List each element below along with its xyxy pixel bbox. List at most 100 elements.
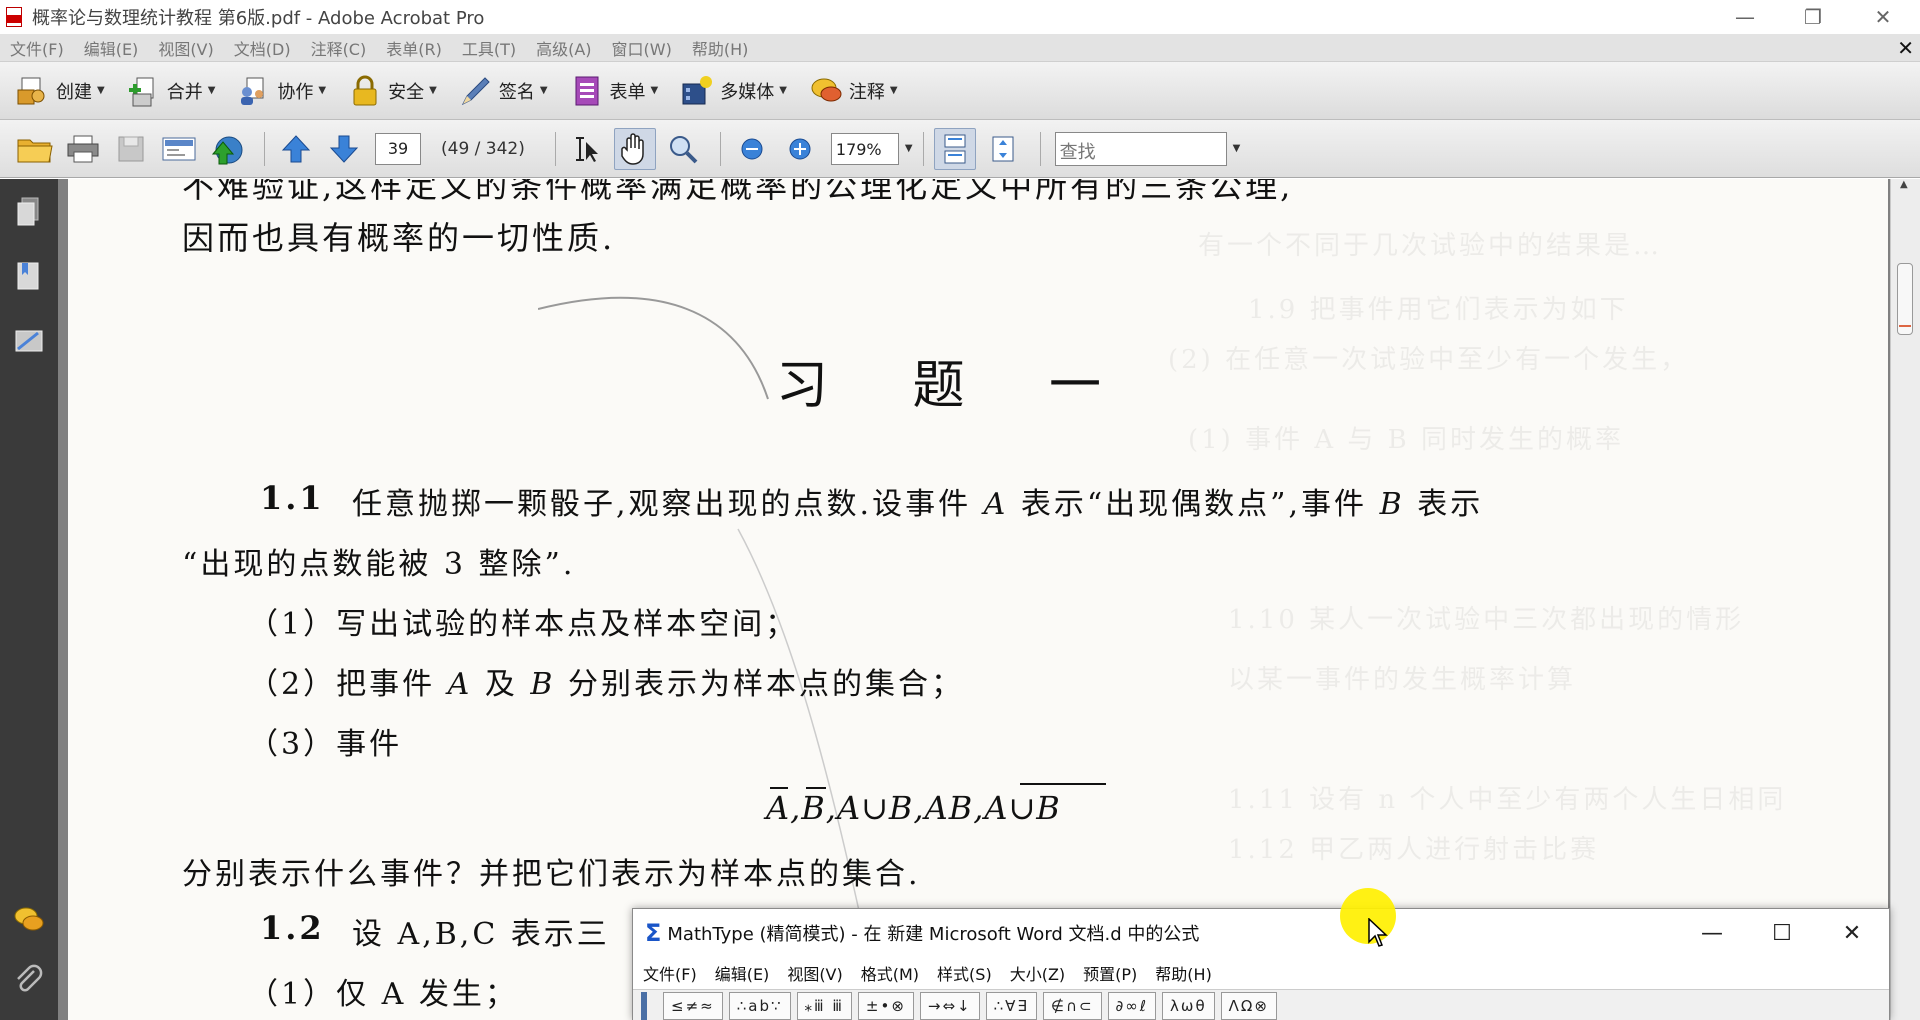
palette-spaces[interactable]: ∴ab∵ [728,991,791,1020]
scrolling-mode-button[interactable] [933,127,976,170]
problem-1-1-line-2: “出现的点数能被 3 整除”. [182,547,576,582]
task-sign[interactable]: 签名 ▼ [455,69,552,113]
menu-edit[interactable]: 编辑(E) [84,36,139,60]
page-count: (49 / 342) [441,138,525,159]
document-viewport[interactable]: 有一个不同于几次试验中的结果是… 1.9 把事件用它们表示为如下 (2) 在任意… [58,179,1890,1020]
comment-icon [811,78,842,101]
problem-1-1-q1: （1）写出试验的样本点及样本空间； [248,607,799,642]
scroll-up-arrow[interactable]: ▲ [1900,179,1908,190]
palette-sets[interactable]: ∉∩⊂ [1042,991,1102,1020]
acrobat-pdf-icon [4,5,24,29]
mathtype-window: Σ MathType (精简模式) - 在 新建 Microsoft Word … [632,908,1890,1020]
palette-operators[interactable]: ±•⊗ [857,991,914,1020]
zoom-dropdown-arrow[interactable]: ▼ [905,143,913,154]
mathtype-sigma-icon: Σ [645,919,662,947]
task-combine[interactable]: 合并 ▼ [123,69,220,113]
problem-1-2-line-1: 设 A,B,C 表示三 [352,917,610,952]
menu-document[interactable]: 文档(D) [234,36,291,60]
previous-page-button[interactable] [275,128,317,170]
mathtype-menu-view[interactable]: 视图(V) [787,961,842,985]
zoom-level-input[interactable]: 179% [830,132,899,165]
mathtype-menu-edit[interactable]: 编辑(E) [715,961,770,985]
print-button[interactable] [62,128,104,170]
zoom-in-icon [789,138,811,159]
menu-comments[interactable]: 注释(C) [311,36,367,60]
page-number-input[interactable]: 39 [375,132,421,165]
comments-panel-icon[interactable] [12,903,46,937]
problem-1-1-q3: （3）事件 [248,727,403,762]
task-create[interactable]: 创建 ▼ [12,69,109,113]
upload-button[interactable] [206,128,248,170]
task-multimedia[interactable]: 多媒体 ▼ [676,69,791,113]
navigation-toolbar: 39 (49 / 342) 179% ▼ 查找 ▼ [0,120,1920,178]
task-collaborate[interactable]: 协作 ▼ [233,69,330,113]
mathtype-menu-style[interactable]: 样式(S) [937,961,992,985]
mathtype-menu-preferences[interactable]: 预置(P) [1083,961,1137,985]
find-input[interactable]: 查找 [1054,131,1227,166]
floppy-disk-icon [118,136,144,161]
problem-1-2-q1: （1）仅 A 发生； [248,977,518,1012]
minimize-button[interactable]: — [1710,0,1780,34]
globe-upload-icon [211,136,243,164]
find-dropdown-arrow[interactable]: ▼ [1233,143,1241,154]
bookmarks-icon[interactable] [12,259,46,293]
menu-bar: 文件(F) 编辑(E) 视图(V) 文档(D) 注释(C) 表单(R) 工具(T… [0,34,1920,62]
palette-relations[interactable]: ≤≠≈ [663,991,723,1020]
zoom-out-button[interactable] [731,128,773,170]
magnifier-icon [669,135,698,163]
menu-view[interactable]: 视图(V) [158,36,213,60]
menu-forms[interactable]: 表单(R) [386,36,442,60]
menu-advanced[interactable]: 高级(A) [536,36,591,60]
next-page-button[interactable] [323,128,365,170]
restore-button[interactable]: ❐ [1778,0,1848,34]
mathtype-menu-format[interactable]: 格式(M) [861,961,919,985]
select-tool-button[interactable] [566,128,608,170]
mathtype-menu-size[interactable]: 大小(Z) [1010,961,1065,985]
tasks-toolbar: 创建 ▼ 合并 ▼ 协作 ▼ 安全 ▼ 签名 ▼ 表单 ▼ 多媒体 ▼ 注释 ▼ [0,62,1920,120]
mathtype-maximize-button[interactable]: ☐ [1747,909,1817,957]
task-comment[interactable]: 注释 ▼ [805,69,902,113]
palette-logic[interactable]: ∴∀∃ [985,991,1037,1020]
menu-help[interactable]: 帮助(H) [692,36,749,60]
marquee-zoom-button[interactable] [662,128,704,170]
menu-window[interactable]: 窗口(W) [612,36,672,60]
palette-misc[interactable]: ∂∞ℓ [1107,991,1156,1020]
mathtype-close-button[interactable]: ✕ [1817,909,1887,957]
hand-tool-button[interactable] [613,127,656,170]
task-secure[interactable]: 安全 ▼ [344,69,441,113]
signatures-icon[interactable] [12,325,46,359]
open-button[interactable] [14,128,56,170]
mathtype-title: MathType (精简模式) - 在 新建 Microsoft Word 文档… [667,924,1200,945]
mathtype-minimize-button[interactable]: — [1677,909,1747,957]
attachments-icon[interactable] [12,963,46,997]
palette-embellishments[interactable]: ⁎ⅲ ⅲ [796,991,852,1020]
mathtype-symbol-palette: ≤≠≈ ∴ab∵ ⁎ⅲ ⅲ ±•⊗ →⇔↓ ∴∀∃ ∉∩⊂ ∂∞ℓ λωθ ΛΩ… [633,989,1889,1020]
close-window-button[interactable]: ✕ [1848,0,1918,34]
menu-file[interactable]: 文件(F) [10,36,64,60]
close-document-button[interactable]: ✕ [1897,36,1914,60]
overline-b [806,787,826,789]
problem-number-1-1: 1.1 [260,479,325,517]
email-button[interactable] [158,128,200,170]
overline-a-union-b [1020,783,1106,785]
vertical-scrollbar[interactable]: ▲ [1890,179,1920,1020]
mathtype-title-bar[interactable]: Σ MathType (精简模式) - 在 新建 Microsoft Word … [633,909,1889,957]
save-button[interactable] [110,128,152,170]
menu-tools[interactable]: 工具(T) [462,36,516,60]
fit-page-button[interactable] [982,128,1024,170]
pdf-after-formula: 分别表示什么事件？并把它们表示为样本点的集合. [182,857,921,892]
palette-greek-lower[interactable]: λωθ [1162,991,1215,1020]
arrow-up-icon [281,134,311,162]
mathtype-menu-help[interactable]: 帮助(H) [1155,961,1212,985]
task-forms[interactable]: 表单 ▼ [566,69,663,113]
pages-icon[interactable] [12,195,46,229]
mouse-cursor-icon [1368,918,1388,947]
palette-greek-upper[interactable]: ΛΩ⊗ [1220,991,1277,1020]
mathtype-menu-file[interactable]: 文件(F) [643,961,697,985]
zoom-in-button[interactable] [779,128,821,170]
multimedia-icon [682,75,713,104]
folder-icon [17,139,53,162]
palette-grip[interactable] [641,991,647,1020]
palette-arrows[interactable]: →⇔↓ [919,991,980,1020]
window-title: 概率论与数理统计教程 第6版.pdf - Adobe Acrobat Pro [32,8,485,29]
